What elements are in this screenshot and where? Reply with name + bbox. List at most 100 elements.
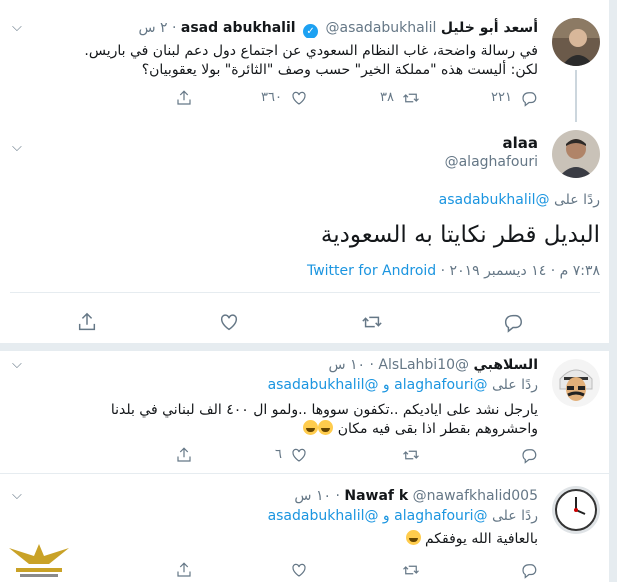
chevron-down-icon[interactable]: ⌵ xyxy=(12,140,22,155)
display-name[interactable]: السلاهبي xyxy=(473,357,538,373)
laughing-emoji-icon xyxy=(318,420,334,435)
share-button[interactable] xyxy=(175,88,193,108)
source-link[interactable]: Twitter for Android xyxy=(307,263,436,279)
tweet-text-line: واحشروهم بقطر اذا بقى فيه مكان xyxy=(30,420,538,439)
avatar[interactable] xyxy=(552,130,600,178)
reply-icon xyxy=(522,91,537,107)
reply-tweet[interactable]: Nawaf k @nawafkhalid005 · ١٠ س ⌵ ردًا عل… xyxy=(0,474,610,582)
reply-handle-link[interactable]: @asadabukhalil xyxy=(439,192,550,208)
share-button[interactable] xyxy=(175,560,193,580)
handle[interactable]: @alaghafouri xyxy=(445,154,538,170)
separator: · xyxy=(335,488,340,504)
reply-context: ردًا على @alaghafouri و @asadabukhalil xyxy=(268,377,538,393)
share-icon xyxy=(78,312,96,331)
reply-button[interactable] xyxy=(502,311,524,337)
tweet-text: البديل قطر نكايتا به السعودية xyxy=(320,222,600,248)
share-button[interactable] xyxy=(175,445,193,465)
timestamp[interactable]: ٢ س xyxy=(138,20,167,36)
like-icon xyxy=(220,314,238,331)
tweet-text-part: بالعافية الله يوفقكم xyxy=(424,531,538,547)
reply-icon xyxy=(522,448,537,464)
tweet-text-line: يارجل نشد على اياديكم ..تكفون سووها ..ول… xyxy=(110,402,538,418)
section-divider xyxy=(0,343,610,351)
reply-button[interactable]: ٢٢١ xyxy=(491,88,538,108)
retweet-icon xyxy=(403,93,419,102)
retweet-button[interactable]: ٣٨ xyxy=(380,88,420,108)
reply-context: ردًا على @alaghafouri و @asadabukhalil xyxy=(268,508,538,524)
thread-line xyxy=(575,70,577,122)
separator: · xyxy=(369,357,374,373)
tweet-header: Nawaf k @nawafkhalid005 · ١٠ س xyxy=(40,486,538,506)
like-button[interactable]: ٦ xyxy=(275,445,308,465)
reply-context: ردًا على @asadabukhalil xyxy=(439,192,600,208)
reply-handle-link[interactable]: @alaghafouri xyxy=(394,508,487,524)
share-icon xyxy=(177,89,191,105)
retweet-count: ٣٨ xyxy=(380,90,394,105)
retweet-button[interactable] xyxy=(361,311,383,337)
like-count: ٣٦٠ xyxy=(261,90,282,105)
retweet-button[interactable] xyxy=(402,445,420,465)
timestamp[interactable]: ٧:٣٨ م · ١٤ ديسمبر ٢٠١٩ xyxy=(450,263,600,279)
tweet-header: أسعد أبو خليل asad abukhalil ✓ @asadabuk… xyxy=(40,18,538,38)
tweet-text-line: لكن: أليست هذه "مملكة الخير" حسب وصف "ال… xyxy=(141,62,538,78)
retweet-icon xyxy=(362,316,382,328)
conversation-timeline: أسعد أبو خليل asad abukhalil ✓ @asadabuk… xyxy=(0,0,610,582)
verified-icon: ✓ xyxy=(303,24,319,38)
chevron-down-icon[interactable]: ⌵ xyxy=(12,20,22,35)
reply-count: ٢٢١ xyxy=(491,90,512,105)
like-button[interactable] xyxy=(218,311,240,337)
reply-button[interactable] xyxy=(520,445,538,465)
tweet-actions: ٢٢١ ٣٨ ٣٦٠ xyxy=(88,88,538,108)
reply-prefix: ردًا على xyxy=(492,508,538,524)
display-name[interactable]: alaa xyxy=(502,134,538,152)
chevron-down-icon[interactable]: ⌵ xyxy=(12,357,22,372)
reply-prefix: ردًا على xyxy=(492,377,538,393)
display-name[interactable]: asad abukhalil xyxy=(181,20,296,36)
tweet-actions xyxy=(0,311,610,335)
reply-handle-link[interactable]: @asadabukhalil xyxy=(268,377,379,393)
reply-handle-link[interactable]: @alaghafouri xyxy=(394,377,487,393)
tweet-text-line: في رسالة واضحة، غاب النظام السعودي عن اج… xyxy=(84,43,538,59)
avatar[interactable] xyxy=(552,486,600,534)
tweet-actions: ٦ xyxy=(88,445,538,465)
retweet-icon xyxy=(403,565,419,574)
laughing-emoji-icon xyxy=(303,420,319,435)
reply-prefix: ردًا على xyxy=(554,192,600,208)
like-icon xyxy=(292,563,306,577)
separator: · xyxy=(436,263,446,279)
tweet-text: في رسالة واضحة، غاب النظام السعودي عن اج… xyxy=(30,42,538,80)
separator: · xyxy=(171,20,177,36)
handle[interactable]: @asadabukhalil xyxy=(325,20,436,36)
tweet-header: السلاهبي @AlsLahbi10 · ١٠ س xyxy=(40,355,538,375)
share-icon xyxy=(177,561,191,577)
like-button[interactable] xyxy=(290,560,308,580)
smile-emoji-icon xyxy=(405,530,421,545)
tweet-actions xyxy=(88,560,538,580)
tweet-meta: ٧:٣٨ م · ١٤ ديسمبر ٢٠١٩ · Twitter for An… xyxy=(20,263,600,279)
like-icon xyxy=(292,91,306,105)
like-button[interactable]: ٣٦٠ xyxy=(261,88,308,108)
like-count: ٦ xyxy=(275,447,282,462)
avatar[interactable] xyxy=(552,359,600,407)
reply-tweet[interactable]: السلاهبي @AlsLahbi10 · ١٠ س ⌵ ردًا على @… xyxy=(0,351,610,471)
reply-handle-link[interactable]: @asadabukhalil xyxy=(268,508,379,524)
watermark-logo xyxy=(9,544,69,577)
retweet-button[interactable] xyxy=(402,560,420,580)
timestamp[interactable]: ١٠ س xyxy=(328,357,365,373)
timestamp[interactable]: ١٠ س xyxy=(294,488,331,504)
reply-button[interactable] xyxy=(520,560,538,580)
divider xyxy=(10,292,600,293)
handle[interactable]: @nawafkhalid005 xyxy=(413,488,538,504)
tweet-text-part: واحشروهم بقطر اذا بقى فيه مكان xyxy=(337,421,538,437)
parent-tweet[interactable]: أسعد أبو خليل asad abukhalil ✓ @asadabuk… xyxy=(0,0,610,122)
focused-tweet: alaa @alaghafouri ⌵ ردًا على @asadabukha… xyxy=(0,120,610,338)
tweet-text: يارجل نشد على اياديكم ..تكفون سووها ..ول… xyxy=(30,401,538,439)
retweet-icon xyxy=(403,450,419,459)
handle[interactable]: @AlsLahbi10 xyxy=(378,357,469,373)
chevron-down-icon[interactable]: ⌵ xyxy=(12,488,22,503)
display-name-ar[interactable]: أسعد أبو خليل xyxy=(441,20,538,36)
avatar[interactable] xyxy=(552,18,600,66)
like-icon xyxy=(292,448,306,462)
share-button[interactable] xyxy=(76,311,98,337)
display-name[interactable]: Nawaf k xyxy=(344,488,408,504)
